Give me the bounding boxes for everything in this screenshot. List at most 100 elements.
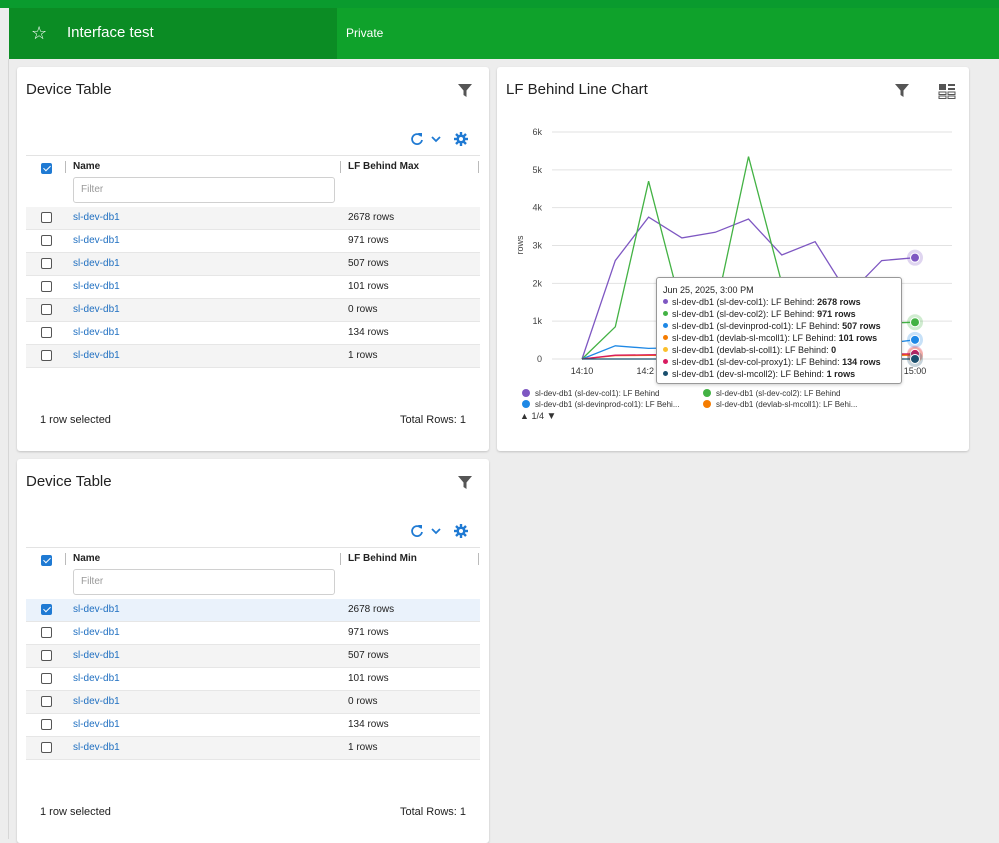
row-checkbox[interactable] <box>41 212 52 223</box>
chevron-down-icon[interactable] <box>430 133 442 145</box>
legend-page: 1/4 <box>531 411 544 421</box>
column-separator <box>340 553 341 565</box>
table-row[interactable]: sl-dev-db1 971 rows <box>26 622 480 645</box>
legend-label: sl-dev-db1 (devlab-sl-mcoll1): LF Behi..… <box>716 400 858 409</box>
table-row[interactable]: sl-dev-db1 134 rows <box>26 714 480 737</box>
row-checkbox[interactable] <box>41 673 52 684</box>
tooltip-line: sl-dev-db1 (sl-devinprod-col1): LF Behin… <box>663 320 895 332</box>
filter-icon[interactable] <box>458 476 472 490</box>
row-checkbox[interactable] <box>41 281 52 292</box>
legend-item[interactable]: sl-dev-db1 (sl-dev-col2): LF Behind <box>703 389 841 398</box>
lf-behind-value: 971 rows <box>348 235 389 246</box>
y-tick-label: 0 <box>537 354 542 364</box>
y-axis-label: rows <box>515 235 525 255</box>
gear-icon[interactable] <box>454 524 468 538</box>
device-name-link[interactable]: sl-dev-db1 <box>73 304 120 315</box>
device-name-link[interactable]: sl-dev-db1 <box>73 327 120 338</box>
row-checkbox[interactable] <box>41 327 52 338</box>
table-row[interactable]: sl-dev-db1 1 rows <box>26 737 480 760</box>
star-icon[interactable]: ☆ <box>31 22 47 44</box>
row-checkbox[interactable] <box>41 604 52 615</box>
x-tick-label: 15:00 <box>904 366 927 376</box>
series-point[interactable] <box>910 252 920 263</box>
lf-behind-value: 134 rows <box>348 719 389 730</box>
table-row[interactable]: sl-dev-db1 0 rows <box>26 299 480 322</box>
legend-next-icon[interactable]: ▼ <box>546 411 556 422</box>
table-row[interactable]: sl-dev-db1 101 rows <box>26 276 480 299</box>
device-name-link[interactable]: sl-dev-db1 <box>73 719 120 730</box>
row-checkbox[interactable] <box>41 696 52 707</box>
refresh-icon[interactable] <box>410 524 424 538</box>
lf-behind-value: 101 rows <box>348 281 389 292</box>
device-name-link[interactable]: sl-dev-db1 <box>73 235 120 246</box>
row-checkbox[interactable] <box>41 627 52 638</box>
row-checkbox[interactable] <box>41 719 52 730</box>
table-row[interactable]: sl-dev-db1 507 rows <box>26 253 480 276</box>
left-gutter <box>0 59 9 839</box>
table-row[interactable]: sl-dev-db1 2678 rows <box>26 599 480 622</box>
device-name-link[interactable]: sl-dev-db1 <box>73 258 120 269</box>
column-separator <box>478 553 479 565</box>
row-checkbox[interactable] <box>41 235 52 246</box>
series-point[interactable] <box>910 334 920 345</box>
tooltip-value: 1 rows <box>826 369 856 379</box>
legend-item[interactable]: sl-dev-db1 (sl-dev-col1): LF Behind <box>522 389 660 398</box>
tooltip-label: sl-dev-db1 (sl-dev-col1): LF Behind: <box>672 297 818 307</box>
table-row[interactable]: sl-dev-db1 971 rows <box>26 230 480 253</box>
column-header-name[interactable]: Name <box>73 160 100 174</box>
device-name-link[interactable]: sl-dev-db1 <box>73 673 120 684</box>
table-row[interactable]: sl-dev-db1 507 rows <box>26 645 480 668</box>
table-row[interactable]: sl-dev-db1 1 rows <box>26 345 480 368</box>
device-name-link[interactable]: sl-dev-db1 <box>73 650 120 661</box>
chevron-down-icon[interactable] <box>430 525 442 537</box>
row-checkbox[interactable] <box>41 258 52 269</box>
total-rows: Total Rows: 1 <box>399 806 466 818</box>
tooltip-value: 101 rows <box>838 333 878 343</box>
y-tick-label: 6k <box>532 127 542 137</box>
filter-icon[interactable] <box>458 84 472 98</box>
table-row[interactable]: sl-dev-db1 0 rows <box>26 691 480 714</box>
refresh-icon[interactable] <box>410 132 424 146</box>
gear-icon[interactable] <box>454 132 468 146</box>
tooltip-label: sl-dev-db1 (devlab-sl-coll1): LF Behind: <box>672 345 832 355</box>
device-table-card-2: Device Table Name LF Behind Min Filter 1… <box>17 459 489 843</box>
tooltip-lines: sl-dev-db1 (sl-dev-col1): LF Behind: 267… <box>663 296 895 380</box>
row-checkbox[interactable] <box>41 742 52 753</box>
device-name-link[interactable]: sl-dev-db1 <box>73 281 120 292</box>
series-point[interactable] <box>910 353 920 364</box>
legend-prev-icon[interactable]: ▲ <box>520 411 529 421</box>
legend-item[interactable]: sl-dev-db1 (devlab-sl-mcoll1): LF Behi..… <box>703 400 857 409</box>
visibility-label: Private <box>346 26 384 40</box>
column-header-value[interactable]: LF Behind Max <box>348 160 419 174</box>
series-point[interactable] <box>910 317 920 328</box>
tooltip-line: sl-dev-db1 (sl-dev-col-proxy1): LF Behin… <box>663 356 895 368</box>
column-separator <box>65 161 66 173</box>
table-row[interactable]: sl-dev-db1 101 rows <box>26 668 480 691</box>
tooltip-line: sl-dev-db1 (dev-sl-mcoll2): LF Behind: 1… <box>663 368 895 380</box>
row-checkbox[interactable] <box>41 350 52 361</box>
tooltip-line: sl-dev-db1 (devlab-sl-coll1): LF Behind:… <box>663 344 895 356</box>
table-row[interactable]: sl-dev-db1 134 rows <box>26 322 480 345</box>
device-name-link[interactable]: sl-dev-db1 <box>73 742 120 753</box>
layout-toggle-icon[interactable] <box>938 83 956 99</box>
legend-item[interactable]: sl-dev-db1 (sl-devinprod-col1): LF Behi.… <box>522 400 680 409</box>
filter-icon[interactable] <box>895 84 909 98</box>
row-checkbox[interactable] <box>41 304 52 315</box>
device-name-link[interactable]: sl-dev-db1 <box>73 604 120 615</box>
name-filter-input[interactable]: Filter <box>73 177 335 203</box>
column-header-name[interactable]: Name <box>73 552 100 566</box>
y-tick-label: 4k <box>532 203 542 213</box>
table-row[interactable]: sl-dev-db1 2678 rows <box>26 207 480 230</box>
column-header-value[interactable]: LF Behind Min <box>348 552 417 566</box>
series-dot-icon <box>663 311 668 316</box>
select-all-checkbox[interactable] <box>41 555 52 566</box>
row-checkbox[interactable] <box>41 650 52 661</box>
lf-behind-value: 1 rows <box>348 350 378 361</box>
device-name-link[interactable]: sl-dev-db1 <box>73 350 120 361</box>
device-name-link[interactable]: sl-dev-db1 <box>73 212 120 223</box>
name-filter-input[interactable]: Filter <box>73 569 335 595</box>
select-all-checkbox[interactable] <box>41 163 52 174</box>
device-name-link[interactable]: sl-dev-db1 <box>73 627 120 638</box>
tooltip-label: sl-dev-db1 (dev-sl-mcoll2): LF Behind: <box>672 369 827 379</box>
device-name-link[interactable]: sl-dev-db1 <box>73 696 120 707</box>
